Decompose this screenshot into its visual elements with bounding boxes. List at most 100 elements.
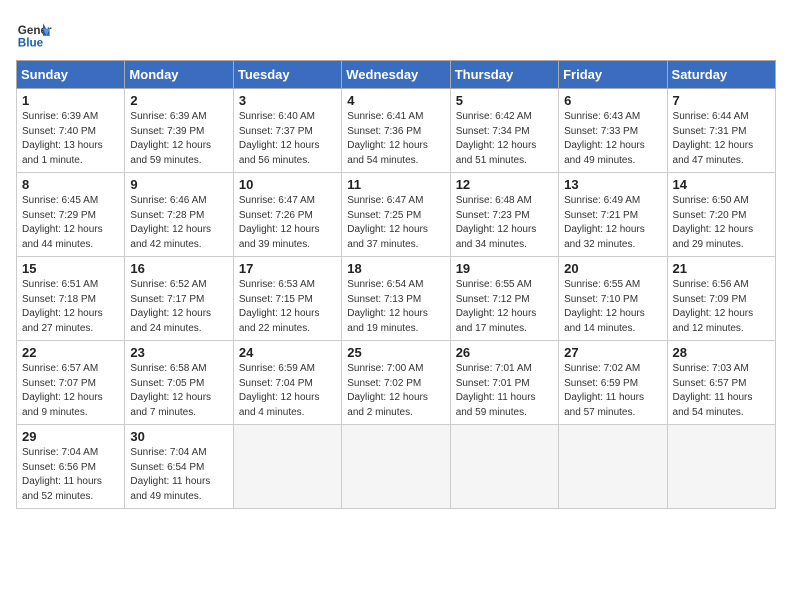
day-info: Sunrise: 6:56 AMSunset: 7:09 PMDaylight:… bbox=[673, 279, 754, 334]
day-info: Sunrise: 7:02 AMSunset: 6:59 PMDaylight:… bbox=[564, 363, 644, 418]
calendar-cell: 25 Sunrise: 7:00 AMSunset: 7:02 PMDayligh… bbox=[342, 341, 450, 425]
header-day-saturday: Saturday bbox=[667, 61, 775, 89]
day-number: 22 bbox=[22, 345, 119, 360]
day-number: 2 bbox=[130, 93, 227, 108]
calendar-cell: 7Sunrise: 6:44 AMSunset: 7:31 PMDaylight… bbox=[667, 89, 775, 173]
header-day-thursday: Thursday bbox=[450, 61, 558, 89]
calendar-week-row: 1 Sunrise: 6:39 AMSunset: 7:40 PMDaylight… bbox=[17, 89, 776, 173]
calendar-week-row: 29Sunrise: 7:04 AMSunset: 6:56 PMDayligh… bbox=[17, 425, 776, 509]
calendar-cell: 26 Sunrise: 7:01 AMSunset: 7:01 PMDayligh… bbox=[450, 341, 558, 425]
day-info: Sunrise: 6:57 AMSunset: 7:07 PMDaylight:… bbox=[22, 363, 103, 418]
day-info: Sunrise: 6:43 AMSunset: 7:33 PMDaylight:… bbox=[564, 111, 645, 166]
day-info: Sunrise: 6:50 AMSunset: 7:20 PMDaylight:… bbox=[673, 195, 754, 250]
day-info: Sunrise: 6:59 AMSunset: 7:04 PMDaylight:… bbox=[239, 363, 320, 418]
calendar-cell: 27 Sunrise: 7:02 AMSunset: 6:59 PMDayligh… bbox=[559, 341, 667, 425]
day-number: 20 bbox=[564, 261, 661, 276]
day-info: Sunrise: 7:04 AMSunset: 6:54 PMDaylight:… bbox=[130, 447, 210, 502]
calendar-cell bbox=[233, 425, 341, 509]
calendar-table: SundayMondayTuesdayWednesdayThursdayFrid… bbox=[16, 60, 776, 509]
day-number: 4 bbox=[347, 93, 444, 108]
calendar-cell: 20Sunrise: 6:55 AMSunset: 7:10 PMDayligh… bbox=[559, 257, 667, 341]
day-number: 26 bbox=[456, 345, 553, 360]
calendar-cell: 19Sunrise: 6:55 AMSunset: 7:12 PMDayligh… bbox=[450, 257, 558, 341]
day-number: 27 bbox=[564, 345, 661, 360]
logo-icon: General Blue bbox=[16, 16, 52, 52]
calendar-cell: 16 Sunrise: 6:52 AMSunset: 7:17 PMDayligh… bbox=[125, 257, 233, 341]
calendar-week-row: 15 Sunrise: 6:51 AMSunset: 7:18 PMDayligh… bbox=[17, 257, 776, 341]
day-number: 14 bbox=[673, 177, 770, 192]
day-info: Sunrise: 6:39 AMSunset: 7:40 PMDaylight:… bbox=[22, 111, 103, 166]
day-number: 11 bbox=[347, 177, 444, 192]
calendar-cell: 12 Sunrise: 6:48 AMSunset: 7:23 PMDayligh… bbox=[450, 173, 558, 257]
calendar-week-row: 22 Sunrise: 6:57 AMSunset: 7:07 PMDayligh… bbox=[17, 341, 776, 425]
calendar-cell: 3 Sunrise: 6:40 AMSunset: 7:37 PMDaylight… bbox=[233, 89, 341, 173]
calendar-cell: 23Sunrise: 6:58 AMSunset: 7:05 PMDayligh… bbox=[125, 341, 233, 425]
calendar-cell bbox=[450, 425, 558, 509]
calendar-header-row: SundayMondayTuesdayWednesdayThursdayFrid… bbox=[17, 61, 776, 89]
day-info: Sunrise: 6:53 AMSunset: 7:15 PMDaylight:… bbox=[239, 279, 320, 334]
day-info: Sunrise: 7:03 AMSunset: 6:57 PMDaylight:… bbox=[673, 363, 753, 418]
svg-text:Blue: Blue bbox=[18, 37, 44, 50]
calendar-cell bbox=[342, 425, 450, 509]
day-info: Sunrise: 6:52 AMSunset: 7:17 PMDaylight:… bbox=[130, 279, 211, 334]
calendar-cell: 6 Sunrise: 6:43 AMSunset: 7:33 PMDaylight… bbox=[559, 89, 667, 173]
day-number: 16 bbox=[130, 261, 227, 276]
day-info: Sunrise: 6:39 AMSunset: 7:39 PMDaylight:… bbox=[130, 111, 211, 166]
day-number: 19 bbox=[456, 261, 553, 276]
day-number: 21 bbox=[673, 261, 770, 276]
calendar-week-row: 8 Sunrise: 6:45 AMSunset: 7:29 PMDaylight… bbox=[17, 173, 776, 257]
day-number: 23 bbox=[130, 345, 227, 360]
header-day-wednesday: Wednesday bbox=[342, 61, 450, 89]
day-number: 29 bbox=[22, 429, 119, 444]
logo: General Blue bbox=[16, 16, 52, 52]
calendar-cell bbox=[559, 425, 667, 509]
calendar-cell: 13 Sunrise: 6:49 AMSunset: 7:21 PMDayligh… bbox=[559, 173, 667, 257]
day-number: 1 bbox=[22, 93, 119, 108]
day-number: 6 bbox=[564, 93, 661, 108]
calendar-cell: 4Sunrise: 6:41 AMSunset: 7:36 PMDaylight… bbox=[342, 89, 450, 173]
calendar-cell: 14 Sunrise: 6:50 AMSunset: 7:20 PMDayligh… bbox=[667, 173, 775, 257]
day-number: 30 bbox=[130, 429, 227, 444]
day-info: Sunrise: 7:00 AMSunset: 7:02 PMDaylight:… bbox=[347, 363, 428, 418]
day-info: Sunrise: 7:01 AMSunset: 7:01 PMDaylight:… bbox=[456, 363, 536, 418]
calendar-cell: 24 Sunrise: 6:59 AMSunset: 7:04 PMDayligh… bbox=[233, 341, 341, 425]
day-number: 12 bbox=[456, 177, 553, 192]
day-number: 8 bbox=[22, 177, 119, 192]
day-number: 3 bbox=[239, 93, 336, 108]
day-number: 24 bbox=[239, 345, 336, 360]
calendar-cell: 18 Sunrise: 6:54 AMSunset: 7:13 PMDayligh… bbox=[342, 257, 450, 341]
calendar-cell: 8 Sunrise: 6:45 AMSunset: 7:29 PMDaylight… bbox=[17, 173, 125, 257]
calendar-cell: 22 Sunrise: 6:57 AMSunset: 7:07 PMDayligh… bbox=[17, 341, 125, 425]
header-day-monday: Monday bbox=[125, 61, 233, 89]
calendar-cell bbox=[667, 425, 775, 509]
day-info: Sunrise: 6:45 AMSunset: 7:29 PMDaylight:… bbox=[22, 195, 103, 250]
day-info: Sunrise: 6:40 AMSunset: 7:37 PMDaylight:… bbox=[239, 111, 320, 166]
calendar-cell: 30 Sunrise: 7:04 AMSunset: 6:54 PMDayligh… bbox=[125, 425, 233, 509]
calendar-cell: 10 Sunrise: 6:47 AMSunset: 7:26 PMDayligh… bbox=[233, 173, 341, 257]
header-day-sunday: Sunday bbox=[17, 61, 125, 89]
day-number: 7 bbox=[673, 93, 770, 108]
day-info: Sunrise: 6:49 AMSunset: 7:21 PMDaylight:… bbox=[564, 195, 645, 250]
day-info: Sunrise: 6:48 AMSunset: 7:23 PMDaylight:… bbox=[456, 195, 537, 250]
day-info: Sunrise: 6:54 AMSunset: 7:13 PMDaylight:… bbox=[347, 279, 428, 334]
day-number: 15 bbox=[22, 261, 119, 276]
calendar-cell: 11Sunrise: 6:47 AMSunset: 7:25 PMDayligh… bbox=[342, 173, 450, 257]
header-day-friday: Friday bbox=[559, 61, 667, 89]
calendar-cell: 15 Sunrise: 6:51 AMSunset: 7:18 PMDayligh… bbox=[17, 257, 125, 341]
day-number: 25 bbox=[347, 345, 444, 360]
calendar-cell: 2 Sunrise: 6:39 AMSunset: 7:39 PMDaylight… bbox=[125, 89, 233, 173]
day-info: Sunrise: 6:51 AMSunset: 7:18 PMDaylight:… bbox=[22, 279, 103, 334]
day-info: Sunrise: 6:46 AMSunset: 7:28 PMDaylight:… bbox=[130, 195, 211, 250]
calendar-cell: 5Sunrise: 6:42 AMSunset: 7:34 PMDaylight… bbox=[450, 89, 558, 173]
day-info: Sunrise: 6:42 AMSunset: 7:34 PMDaylight:… bbox=[456, 111, 537, 166]
page-header: General Blue bbox=[16, 16, 776, 52]
calendar-cell: 28 Sunrise: 7:03 AMSunset: 6:57 PMDayligh… bbox=[667, 341, 775, 425]
day-number: 28 bbox=[673, 345, 770, 360]
day-info: Sunrise: 6:47 AMSunset: 7:26 PMDaylight:… bbox=[239, 195, 320, 250]
day-number: 13 bbox=[564, 177, 661, 192]
calendar-cell: 29Sunrise: 7:04 AMSunset: 6:56 PMDayligh… bbox=[17, 425, 125, 509]
calendar-cell: 21 Sunrise: 6:56 AMSunset: 7:09 PMDayligh… bbox=[667, 257, 775, 341]
day-number: 10 bbox=[239, 177, 336, 192]
header-day-tuesday: Tuesday bbox=[233, 61, 341, 89]
day-number: 18 bbox=[347, 261, 444, 276]
